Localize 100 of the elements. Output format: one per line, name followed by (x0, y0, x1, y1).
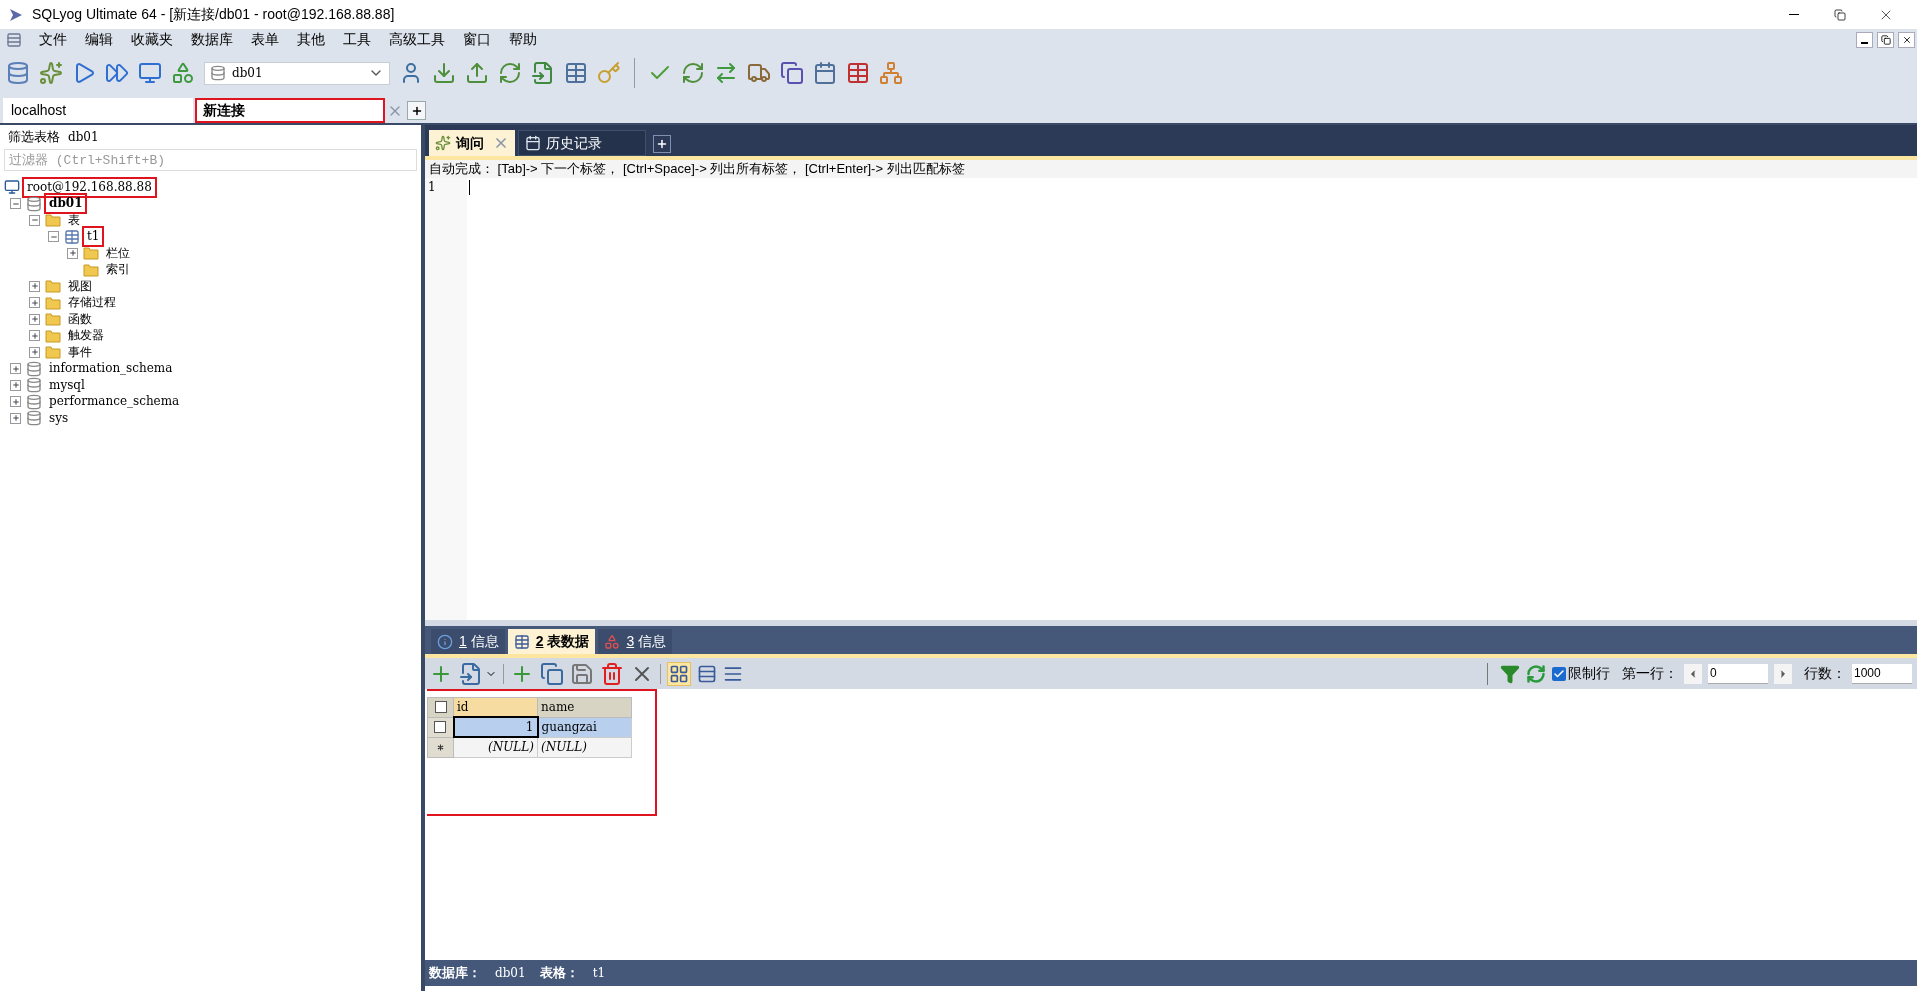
check-icon (1553, 667, 1565, 680)
result-tab[interactable]: 2 表数据 (507, 629, 596, 654)
expand-toggle[interactable] (10, 379, 21, 391)
monitor-icon[interactable] (138, 61, 162, 85)
connection-tab[interactable]: 新连接 (195, 98, 385, 123)
mdi-minimize-button[interactable] (1856, 32, 1873, 48)
limit-rows-checkbox[interactable] (1552, 666, 1566, 681)
mdi-close-button[interactable] (1898, 32, 1915, 48)
key-icon[interactable] (597, 61, 621, 85)
network-icon[interactable] (879, 61, 903, 85)
tree-item[interactable]: sys (47, 410, 71, 426)
tree-item[interactable]: t1 (85, 229, 102, 245)
app-logo-icon (8, 6, 24, 23)
expand-toggle[interactable] (10, 412, 21, 424)
menu-item[interactable]: 工具 (334, 29, 380, 51)
close-tab-icon[interactable] (493, 135, 509, 151)
editor-tab[interactable]: 询问 (429, 130, 515, 156)
menu-item[interactable]: 文件 (30, 29, 76, 51)
tree-item[interactable]: 视图 (66, 278, 94, 294)
editor-tab[interactable]: 历史记录 (518, 130, 646, 156)
menu-item[interactable]: 其他 (288, 29, 334, 51)
collapse-toggle[interactable] (29, 214, 40, 226)
calendar-icon[interactable] (813, 61, 837, 85)
folder-icon (45, 212, 61, 229)
plus-icon (11, 381, 20, 390)
collapse-toggle[interactable] (48, 231, 59, 243)
expand-toggle[interactable] (29, 313, 40, 325)
select-all-checkbox[interactable] (434, 701, 447, 714)
server-icon (4, 179, 20, 196)
table-icon[interactable] (564, 61, 588, 85)
plus-icon (11, 364, 20, 373)
form-view-icon[interactable] (697, 663, 717, 684)
tree-item[interactable]: 触发器 (66, 328, 106, 344)
expand-toggle[interactable] (29, 346, 40, 358)
expand-toggle[interactable] (29, 330, 40, 342)
tree-item[interactable]: 事件 (66, 344, 94, 360)
grid-icon[interactable] (846, 61, 870, 85)
menu-item[interactable]: 数据库 (182, 29, 242, 51)
new-tab-button[interactable] (653, 135, 671, 153)
expand-toggle[interactable] (10, 396, 21, 408)
calendar-icon (525, 135, 541, 151)
database-icon (26, 360, 42, 377)
menu-item[interactable]: 窗口 (454, 29, 500, 51)
restore-icon (1834, 8, 1846, 21)
tree-item[interactable]: 函数 (66, 311, 94, 327)
autocomplete-hint: 自动完成： [Tab]-> 下一个标签， [Ctrl+Space]-> 列出所有标签， [Ctrl+Enter]-> 列出匹配标签 (429, 160, 965, 179)
save-icon[interactable] (570, 661, 594, 686)
compare-icon[interactable] (714, 61, 738, 85)
column-header[interactable]: name (537, 697, 632, 717)
tree-item[interactable]: db01 (47, 196, 85, 212)
tree-item[interactable]: 存储过程 (66, 295, 118, 311)
document-icon (6, 32, 22, 48)
menu-item[interactable]: 收藏夹 (122, 29, 182, 51)
row-checkbox[interactable] (434, 721, 447, 733)
column-header[interactable]: id (453, 697, 538, 717)
expand-toggle[interactable] (67, 247, 78, 259)
expand-toggle[interactable] (29, 280, 40, 292)
shapes-icon[interactable] (171, 61, 195, 85)
expand-toggle[interactable] (29, 297, 40, 309)
status-label: 表格： (539, 964, 579, 983)
database-icon (26, 195, 42, 212)
sidebar-header: 筛选表格 (8, 128, 60, 147)
tree-item[interactable]: performance_schema (47, 394, 182, 410)
tree-item[interactable]: 表 (66, 212, 82, 228)
asterisk-icon (437, 743, 444, 751)
next-button[interactable] (1774, 663, 1792, 684)
plus-icon (656, 138, 668, 150)
row-count-field[interactable]: 1000 (1852, 663, 1912, 684)
fast-forward-icon[interactable] (105, 61, 129, 85)
menu-item[interactable]: 高级工具 (380, 29, 454, 51)
filter-icon[interactable] (1500, 663, 1520, 684)
delete-icon[interactable] (600, 661, 624, 686)
grid-view-icon[interactable] (669, 663, 689, 684)
tree-item[interactable]: mysql (47, 377, 87, 393)
menu-item[interactable]: 帮助 (500, 29, 546, 51)
mdi-restore-button[interactable] (1877, 32, 1894, 48)
restore-icon (1880, 35, 1891, 45)
database-dropdown[interactable]: db01 (204, 61, 390, 85)
copy-icon[interactable] (780, 61, 804, 85)
tree-item[interactable]: 索引 (104, 262, 132, 278)
new-tab-button[interactable] (407, 101, 426, 120)
result-tab[interactable]: 3 信息 (598, 629, 673, 654)
tree-item[interactable]: information_schema (47, 361, 175, 377)
refresh-icon[interactable] (1526, 663, 1546, 684)
close-icon (1901, 35, 1912, 45)
tree-item[interactable]: 栏位 (104, 245, 132, 261)
collapse-toggle[interactable] (10, 198, 21, 210)
connection-tab[interactable]: localhost (3, 98, 193, 123)
menu-item[interactable]: 表单 (242, 29, 288, 51)
filter-field[interactable]: 过滤器 (Ctrl+Shift+B) (4, 149, 417, 171)
expand-toggle[interactable] (10, 363, 21, 375)
truck-icon[interactable] (747, 61, 771, 85)
result-tab[interactable]: 1 信息 (431, 629, 505, 654)
previous-button[interactable] (1684, 663, 1702, 684)
plus-icon (30, 315, 39, 324)
copy-row-icon[interactable] (540, 661, 564, 686)
first-row-field[interactable]: 0 (1708, 663, 1768, 684)
menu-item[interactable]: 编辑 (76, 29, 122, 51)
plus-icon (11, 397, 20, 406)
tree-item[interactable]: root@192.168.88.88 (25, 179, 154, 195)
